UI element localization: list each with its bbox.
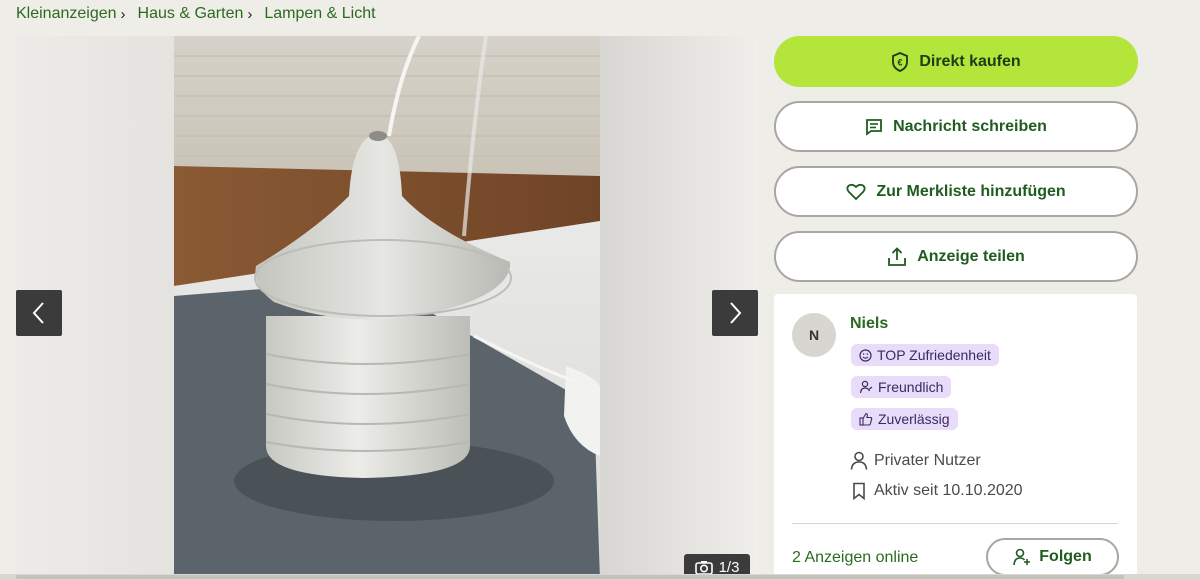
user-icon: [850, 451, 868, 470]
add-to-watchlist-button[interactable]: Zur Merkliste hinzufügen: [774, 166, 1138, 217]
breadcrumb-item-haus-garten[interactable]: Haus & Garten: [138, 5, 244, 23]
bookmark-icon: [853, 482, 865, 500]
person-wave-icon: [859, 380, 873, 394]
chevron-left-icon: [32, 302, 44, 324]
action-panel: € Direkt kaufen Nachricht schreiben Zur …: [774, 36, 1138, 296]
share-listing-button[interactable]: Anzeige teilen: [774, 231, 1138, 282]
chevron-right-icon: ›: [120, 5, 126, 23]
send-message-label: Nachricht schreiben: [893, 117, 1047, 135]
chevron-right-icon: ›: [247, 5, 253, 23]
add-user-icon: [1013, 548, 1031, 566]
badge-top-satisfaction: TOP Zufriedenheit: [851, 344, 999, 366]
share-icon: [888, 246, 907, 266]
previous-image-button[interactable]: [16, 290, 62, 336]
badge-label: Zuverlässig: [878, 411, 950, 427]
share-listing-label: Anzeige teilen: [917, 247, 1025, 265]
add-to-watchlist-label: Zur Merkliste hinzufügen: [876, 182, 1066, 200]
camera-icon: [694, 560, 713, 575]
active-since-label: Aktiv seit 10.10.2020: [874, 482, 1023, 499]
svg-text:€: €: [898, 57, 903, 67]
scrollbar-thumb[interactable]: [16, 575, 1124, 579]
ads-online-link[interactable]: 2 Anzeigen online: [792, 549, 918, 567]
buy-now-label: Direkt kaufen: [919, 52, 1021, 70]
follow-button[interactable]: Folgen: [986, 538, 1119, 576]
breadcrumb-item-kleinanzeigen[interactable]: Kleinanzeigen: [16, 5, 117, 23]
badge-reliable: Zuverlässig: [851, 408, 958, 430]
image-counter-text: 1/3: [718, 558, 740, 576]
avatar-initial: N: [808, 327, 820, 343]
follow-label: Folgen: [1039, 548, 1092, 565]
image-gallery: 1/3: [16, 36, 758, 580]
horizontal-scrollbar[interactable]: [0, 574, 1200, 580]
seller-card: N Niels TOP Zufriedenheit Freundlich Zuv…: [774, 294, 1137, 580]
shield-euro-icon: €: [892, 51, 909, 72]
breadcrumb-item-lampen-licht[interactable]: Lampen & Licht: [264, 5, 375, 23]
badge-label: TOP Zufriedenheit: [877, 347, 991, 363]
badge-friendly: Freundlich: [851, 376, 952, 398]
breadcrumb: Kleinanzeigen › Haus & Garten › Lampen &…: [16, 4, 376, 24]
seller-name[interactable]: Niels: [850, 315, 888, 333]
buy-now-button[interactable]: € Direkt kaufen: [774, 36, 1138, 87]
seller-type-label: Privater Nutzer: [874, 451, 981, 469]
seller-active-since: Aktiv seit 10.10.2020: [850, 482, 1023, 500]
send-message-button[interactable]: Nachricht schreiben: [774, 101, 1138, 152]
avatar[interactable]: N: [792, 313, 836, 357]
seller-type: Privater Nutzer: [850, 451, 981, 470]
heart-icon: [846, 183, 866, 200]
thumbs-up-icon: [859, 412, 873, 426]
chevron-right-icon: [730, 302, 742, 324]
divider: [792, 523, 1118, 524]
message-icon: [866, 118, 882, 136]
next-image-button[interactable]: [712, 290, 758, 336]
smiley-icon: [859, 348, 872, 362]
badge-label: Freundlich: [878, 379, 944, 395]
product-photo[interactable]: [174, 36, 600, 580]
